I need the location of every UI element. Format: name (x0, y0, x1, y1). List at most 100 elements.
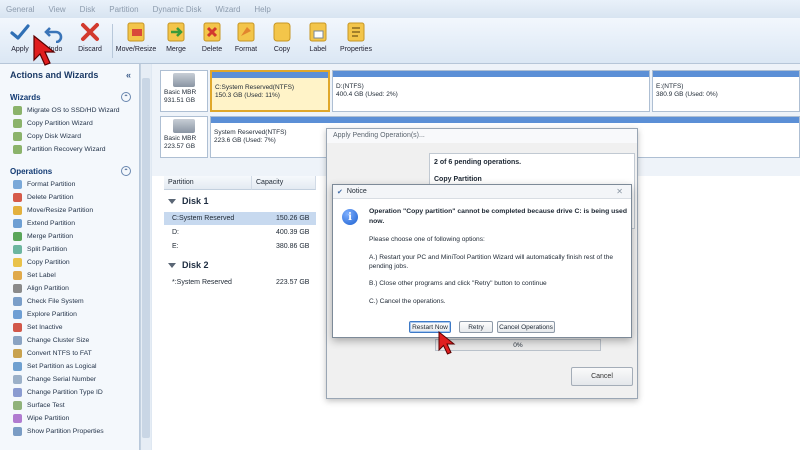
menu-disk[interactable]: Disk (80, 5, 96, 14)
sidebar-item-migrate-os[interactable]: Migrate OS to SSD/HD Wizard (0, 104, 139, 117)
sidebar-item-operation[interactable]: Set Label (0, 269, 139, 282)
sidebar-item-operation[interactable]: Delete Partition (0, 191, 139, 204)
move-resize-button[interactable]: Move/Resize (114, 21, 158, 53)
pending-count: 2 of 6 pending operations. (434, 159, 522, 166)
menu-general[interactable]: General (6, 5, 34, 14)
menu-dynamic-disk[interactable]: Dynamic Disk (153, 5, 202, 14)
sidebar-item-operation[interactable]: Change Partition Type ID (0, 386, 139, 399)
collapse-sidebar-icon[interactable]: « (126, 70, 131, 80)
label-icon (307, 21, 329, 43)
pending-dialog-title: Apply Pending Operation(s)... (327, 129, 637, 143)
collapse-operations-icon[interactable]: ⌃ (121, 166, 131, 176)
menu-wizard[interactable]: Wizard (216, 5, 241, 14)
sidebar-title: Actions and Wizards (10, 70, 99, 80)
disk1-info[interactable]: Basic MBR 931.51 GB (160, 70, 208, 112)
properties-button[interactable]: Properties (334, 21, 378, 53)
info-icon: i (342, 209, 358, 225)
expand-arrow-icon (168, 262, 176, 268)
sidebar-item-operation[interactable]: Set Partition as Logical (0, 360, 139, 373)
operation-icon (13, 219, 22, 228)
wizard-icon (13, 145, 22, 154)
format-button[interactable]: Format (226, 21, 266, 53)
operation-icon (13, 362, 22, 371)
sidebar-item-operation[interactable]: Surface Test (0, 399, 139, 412)
sidebar-header: Actions and Wizards « (0, 64, 139, 86)
table-row[interactable]: D: 400.39 GB (164, 226, 316, 239)
partition-d-block[interactable]: D:(NTFS) 400.4 GB (Used: 2%) (332, 70, 650, 112)
cancel-operations-button[interactable]: Cancel Operations (497, 321, 555, 333)
collapse-wizards-icon[interactable]: ⌃ (121, 92, 131, 102)
operations-section-header[interactable]: Operations ⌃ (0, 164, 139, 178)
scrollbar-thumb[interactable] (142, 78, 150, 438)
operation-icon (13, 297, 22, 306)
table-row[interactable]: E: 380.86 GB (164, 240, 316, 253)
move-resize-icon (125, 21, 147, 43)
progress-bar: 0% (435, 339, 601, 351)
table-row[interactable]: *:System Reserved 223.57 GB (164, 276, 316, 289)
sidebar-item-partition-recovery[interactable]: Partition Recovery Wizard (0, 143, 139, 156)
column-header-partition[interactable]: Partition (164, 176, 252, 190)
table-row[interactable]: C:System Reserved 150.26 GB (164, 212, 316, 225)
notice-option-c: C.) Cancel the operations. (369, 298, 446, 305)
sidebar-item-copy-disk-wizard[interactable]: Copy Disk Wizard (0, 130, 139, 143)
sidebar-item-operation[interactable]: Format Partition (0, 178, 139, 191)
operation-icon (13, 193, 22, 202)
cursor-arrow-icon (438, 330, 456, 355)
sidebar-item-operation[interactable]: Merge Partition (0, 230, 139, 243)
check-icon: ✔ (337, 188, 343, 196)
sidebar-item-operation[interactable]: Move/Resize Partition (0, 204, 139, 217)
hard-disk-icon (173, 73, 195, 87)
sidebar-item-operation[interactable]: Change Cluster Size (0, 334, 139, 347)
wizard-icon (13, 132, 22, 141)
sidebar-item-operation[interactable]: Wipe Partition (0, 412, 139, 425)
column-header-capacity[interactable]: Capacity (252, 176, 316, 190)
sidebar-item-operation[interactable]: Set Inactive (0, 321, 139, 334)
discard-icon (79, 21, 101, 43)
sidebar-item-operation[interactable]: Check File System (0, 295, 139, 308)
partition-c-block[interactable]: C:System Reserved(NTFS) 150.3 GB (Used: … (210, 70, 330, 112)
sidebar-item-operation[interactable]: Copy Partition (0, 256, 139, 269)
label-button[interactable]: Label (298, 21, 338, 53)
pending-cancel-button[interactable]: Cancel (571, 367, 633, 386)
operation-icon (13, 427, 22, 436)
check-icon (9, 21, 31, 43)
menu-view[interactable]: View (48, 5, 65, 14)
operation-icon (13, 336, 22, 345)
wizard-icon (13, 106, 22, 115)
close-icon[interactable]: ✕ (616, 187, 623, 196)
partition-e-block[interactable]: E:(NTFS) 380.9 GB (Used: 0%) (652, 70, 800, 112)
disk1-row-title[interactable]: Disk 1 (168, 196, 209, 206)
notice-option-a: A.) Restart your PC and MiniTool Partiti… (369, 254, 614, 271)
format-icon (235, 21, 257, 43)
sidebar-item-operation[interactable]: Show Partition Properties (0, 425, 139, 438)
sidebar-item-operation[interactable]: Explore Partition (0, 308, 139, 321)
copy-button[interactable]: Copy (262, 21, 302, 53)
menu-partition[interactable]: Partition (109, 5, 138, 14)
sidebar-item-copy-partition-wizard[interactable]: Copy Partition Wizard (0, 117, 139, 130)
cursor-arrow-icon (33, 34, 56, 66)
disk2-row-title[interactable]: Disk 2 (168, 260, 209, 270)
merge-button[interactable]: Merge (156, 21, 196, 53)
copy-icon (271, 21, 293, 43)
discard-button[interactable]: Discard (70, 21, 110, 53)
operation-icon (13, 258, 22, 267)
expand-arrow-icon (168, 198, 176, 204)
sidebar-scrollbar[interactable] (140, 64, 151, 450)
notice-titlebar: ✔ Notice (333, 185, 631, 199)
wizards-section-header[interactable]: Wizards ⌃ (0, 90, 139, 104)
sidebar-item-operation[interactable]: Extend Partition (0, 217, 139, 230)
toolbar-separator (112, 24, 113, 58)
sidebar-item-operation[interactable]: Align Partition (0, 282, 139, 295)
menu-help[interactable]: Help (254, 5, 270, 14)
notice-message: Operation "Copy partition" cannot be com… (369, 208, 627, 225)
operation-icon (13, 388, 22, 397)
operation-icon (13, 414, 22, 423)
operation-icon (13, 375, 22, 384)
sidebar-item-operation[interactable]: Split Partition (0, 243, 139, 256)
wizard-icon (13, 119, 22, 128)
sidebar-item-operation[interactable]: Convert NTFS to FAT (0, 347, 139, 360)
operation-icon (13, 323, 22, 332)
sidebar-item-operation[interactable]: Change Serial Number (0, 373, 139, 386)
disk2-info[interactable]: Basic MBR 223.57 GB (160, 116, 208, 158)
retry-button[interactable]: Retry (459, 321, 493, 333)
